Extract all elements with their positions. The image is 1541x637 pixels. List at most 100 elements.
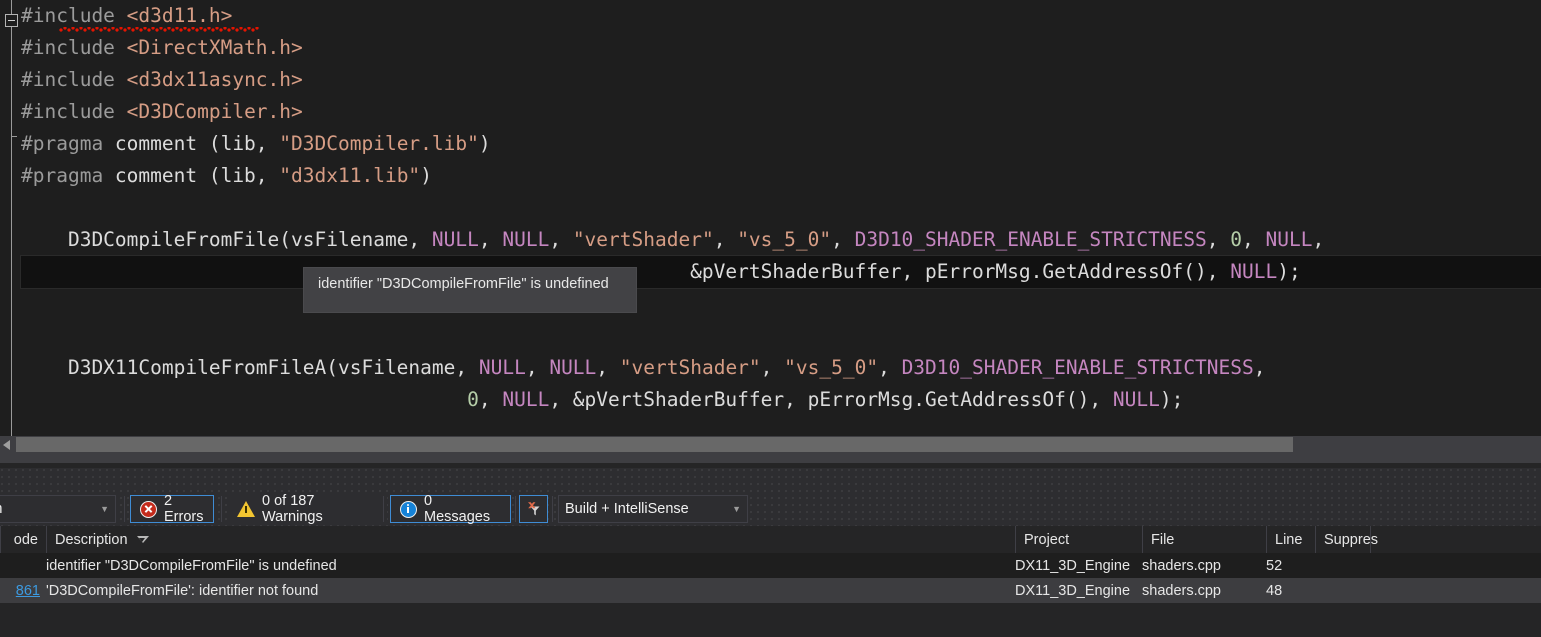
code-token: #pragma [21, 132, 115, 155]
table-header-label: Project [1024, 531, 1070, 548]
table-cell-file: shaders.cpp [1142, 557, 1221, 574]
warnings-filter-button[interactable]: 0 of 187 Warnings [227, 493, 387, 525]
code-token: #pragma [21, 164, 115, 187]
table-cell-description: 'D3DCompileFromFile': identifier not fou… [46, 582, 319, 599]
info-icon [400, 500, 417, 518]
code-token: , [1242, 228, 1266, 251]
error-list-toolbar: ution ▼ 2 Errors 0 of 187 Warnings 0 Mes… [0, 468, 1541, 526]
code-token: <DirectXMath.h> [126, 36, 303, 59]
code-token: , [525, 356, 550, 379]
editor-indicator-margin [0, 0, 20, 436]
outlining-end-tick [11, 136, 17, 137]
error-code-link[interactable]: 861 [16, 583, 40, 599]
code-line[interactable]: #pragma comment (lib, "D3DCompiler.lib") [21, 128, 1541, 160]
toolbar-separator [124, 496, 125, 522]
code-line[interactable]: #pragma comment (lib, "d3dx11.lib") [21, 160, 1541, 192]
code-token: , [831, 228, 855, 251]
code-line[interactable]: D3DX11CompileFromFileA(vsFilename, NULL,… [21, 352, 1541, 384]
editor-horizontal-scrollbar[interactable] [0, 436, 1541, 453]
code-token: #include [21, 68, 127, 91]
table-cell-code[interactable]: 861 [0, 578, 42, 603]
error-table-empty-area [0, 603, 1541, 637]
code-token: , [713, 228, 738, 251]
code-token: NULL [549, 356, 597, 379]
code-token: ); [1159, 388, 1184, 411]
code-token: "D3DCompiler.lib" [279, 132, 479, 155]
table-header-suppres[interactable]: Suppres [1315, 526, 1378, 553]
intellisense-error-tooltip: identifier "D3DCompileFromFile" is undef… [303, 267, 637, 313]
table-header-description[interactable]: Description [46, 526, 1011, 553]
code-token: "vertShader" [572, 228, 714, 251]
code-token: D3D10_SHADER_ENABLE_STRICTNESS [901, 356, 1254, 379]
table-header-label: Description [55, 531, 128, 548]
code-token: ) [478, 132, 491, 155]
table-row[interactable]: identifier "D3DCompileFromFile" is undef… [0, 553, 1541, 578]
code-token: , [478, 228, 503, 251]
code-line[interactable]: &pVertShaderBuffer, pErrorMsg.GetAddress… [21, 256, 1541, 288]
table-header-project[interactable]: Project [1015, 526, 1135, 553]
build-intellisense-label: Build + IntelliSense [565, 501, 689, 517]
code-editor[interactable]: #include <d3d11.h> #include <DirectXMath.… [0, 0, 1541, 436]
table-header-ode[interactable]: ode [0, 526, 40, 553]
table-header-file[interactable]: File [1142, 526, 1252, 553]
table-cell-description: identifier "D3DCompileFromFile" is undef… [46, 557, 337, 574]
code-token: , [1312, 228, 1325, 251]
table-header-filler [1370, 526, 1541, 553]
warnings-label: 0 of 187 Warnings [262, 493, 323, 525]
table-cell-line: 48 [1266, 582, 1283, 599]
code-token: #include [21, 36, 127, 59]
code-line[interactable]: #include <DirectXMath.h> [21, 32, 1541, 64]
code-token: NULL [1112, 388, 1160, 411]
code-token: <d3d11.h> [126, 4, 233, 27]
code-token: NULL [431, 228, 479, 251]
code-line[interactable]: #include <D3DCompiler.h> [21, 96, 1541, 128]
code-token: , [878, 356, 902, 379]
errors-label: 2 Errors [164, 493, 204, 525]
code-token: 0 [1230, 228, 1243, 251]
table-cell-suppression [1315, 578, 1370, 603]
code-line[interactable]: #include <d3dx11async.h> [21, 64, 1541, 96]
scrollbar-track[interactable] [1293, 436, 1541, 453]
code-line[interactable] [21, 320, 1541, 352]
chevron-down-icon: ▼ [100, 504, 109, 514]
table-cell-suppression [1315, 553, 1370, 578]
table-cell-file: shaders.cpp [1142, 582, 1221, 599]
error-squiggle-underline [59, 27, 259, 32]
code-line[interactable]: 0, NULL, &pVertShaderBuffer, pErrorMsg.G… [21, 384, 1541, 416]
scrollbar-thumb[interactable] [16, 437, 1293, 452]
code-token: , [596, 356, 620, 379]
messages-filter-button[interactable]: 0 Messages [390, 493, 511, 525]
code-token: "d3dx11.lib" [279, 164, 421, 187]
code-line[interactable] [21, 288, 1541, 320]
table-header-label: File [1151, 531, 1175, 548]
scope-filter-dropdown[interactable]: ution ▼ [0, 495, 116, 523]
code-token: , [1253, 356, 1266, 379]
table-header-line[interactable]: Line [1266, 526, 1306, 553]
error-table-header: ode Description Project File Line Suppres [0, 526, 1541, 554]
sort-descending-icon[interactable] [136, 536, 149, 543]
collapse-region-icon[interactable] [5, 14, 18, 27]
code-text-area[interactable]: #include <d3d11.h> #include <DirectXMath.… [21, 0, 1541, 416]
table-row[interactable]: 861 'D3DCompileFromFile': identifier not … [0, 578, 1541, 603]
toolbar-separator [552, 496, 553, 522]
table-header-label: ode [13, 531, 38, 548]
code-line[interactable]: D3DCompileFromFile(vsFilename, NULL, NUL… [21, 224, 1541, 256]
code-token: <d3dx11async.h> [126, 68, 303, 91]
table-header-label: Line [1275, 531, 1303, 548]
pane-splitter[interactable] [0, 453, 1541, 463]
code-token: 0 [467, 388, 479, 411]
code-token: NULL [1230, 260, 1278, 283]
build-intellisense-dropdown[interactable]: Build + IntelliSense ▼ [558, 495, 748, 523]
code-token: D3DX11CompileFromFileA(vsFilename, [21, 356, 479, 379]
table-cell-project: DX11_3D_Engine [1015, 582, 1131, 599]
code-token: #include [21, 100, 127, 123]
clear-filter-button[interactable] [519, 495, 548, 523]
code-token: comment (lib, [114, 164, 280, 187]
code-token: NULL [502, 388, 550, 411]
scope-filter-label: ution [0, 501, 2, 517]
code-token: NULL [478, 356, 526, 379]
errors-filter-button[interactable]: 2 Errors [130, 493, 214, 525]
code-line[interactable] [21, 192, 1541, 224]
scroll-left-arrow-icon[interactable] [1, 438, 13, 451]
